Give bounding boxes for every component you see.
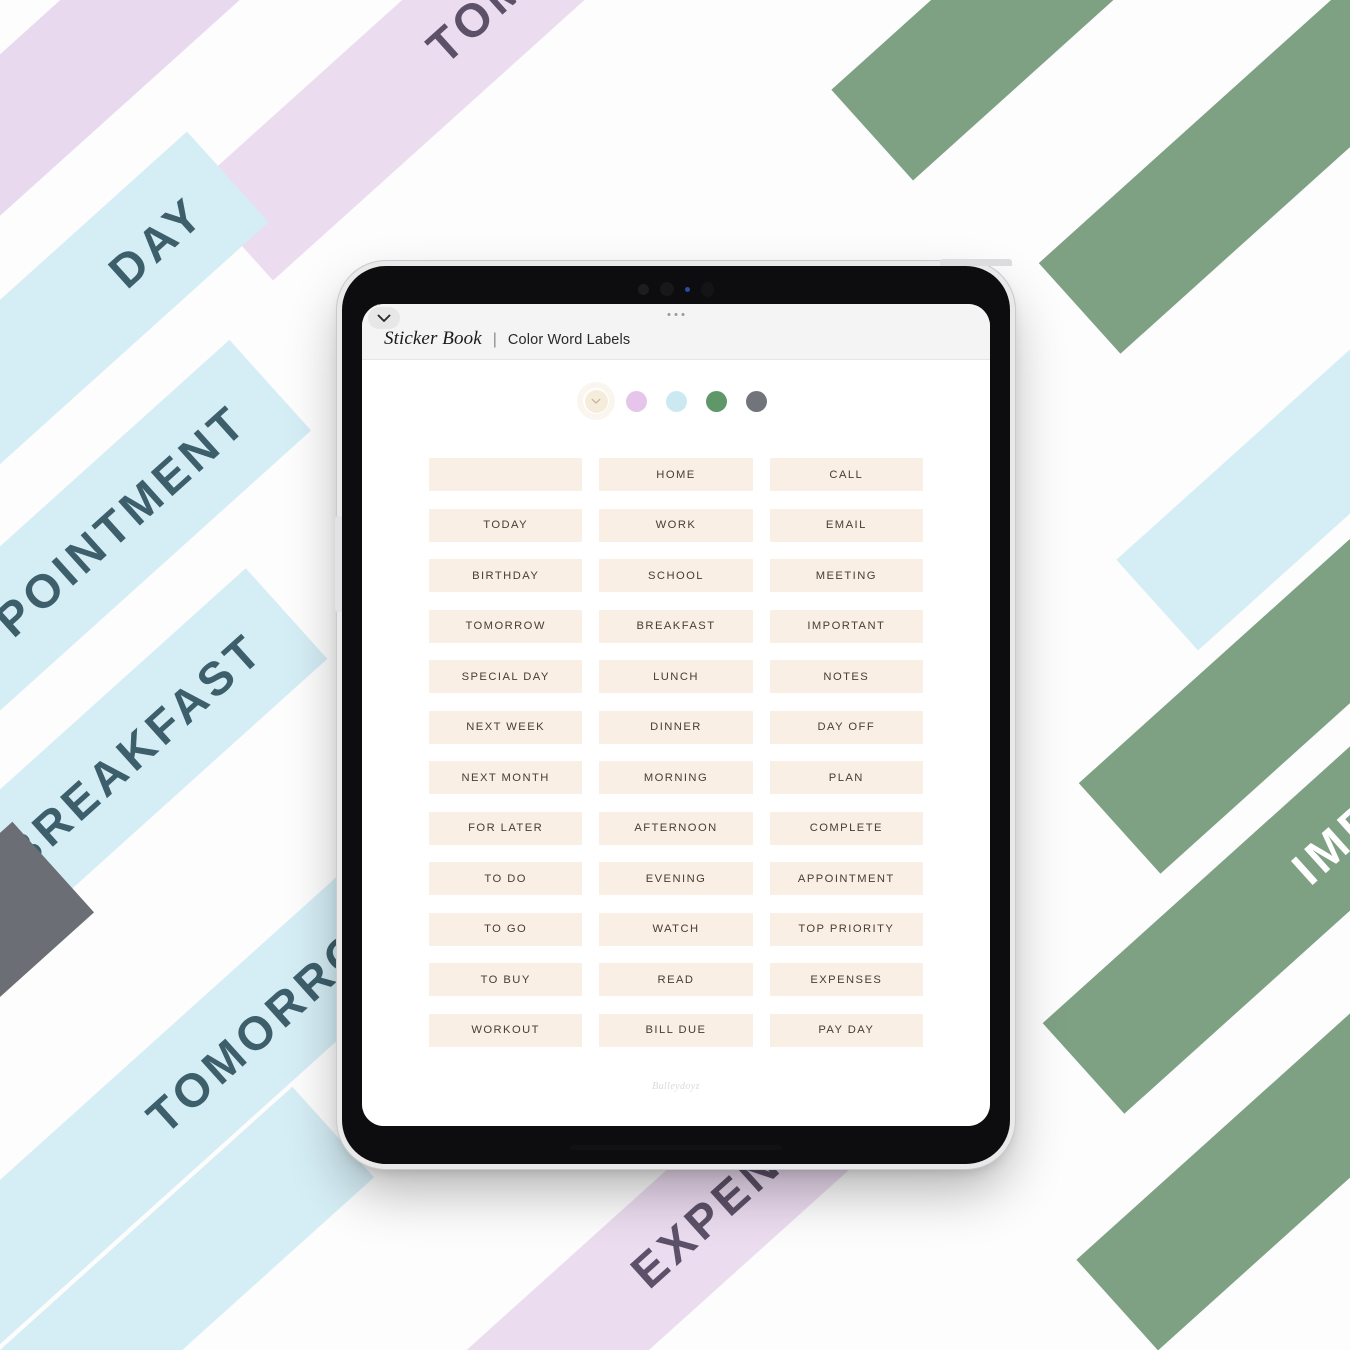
background-sticker-strip [1038,0,1350,354]
label-sticker[interactable]: PAY DAY [769,1013,923,1047]
label-sticker-grid: HOME CALL TODAY WORK EMAIL BIRTHDAY SCHOOL MEET… [429,458,923,1047]
more-options-button[interactable] [667,313,685,316]
color-swatch-row [583,388,769,414]
label-sticker[interactable]: AFTERNOON [599,811,753,845]
color-swatch-lavender[interactable] [623,388,649,414]
label-sticker[interactable]: TO GO [429,912,583,946]
color-swatch-green[interactable] [703,388,729,414]
label-sticker[interactable]: NEXT WEEK [429,710,583,744]
label-sticker[interactable]: APPOINTMENT [769,862,923,895]
label-sticker[interactable]: WORKOUT [429,1013,583,1047]
page-subtitle: Color Word Labels [507,332,631,348]
label-sticker[interactable]: DINNER [599,710,753,744]
label-sticker[interactable]: TOMORROW [429,609,583,643]
label-sticker[interactable]: MORNING [599,761,753,794]
more-dot-3 [681,313,685,316]
label-sticker[interactable]: EVENING [599,862,753,895]
label-sticker[interactable]: WORK [599,508,753,542]
background-sticker-label: TOMORROW [416,0,694,73]
breadcrumb: Sticker Book | Color Word Labels [384,328,630,350]
sticker-page: HOME CALL TODAY WORK EMAIL BIRTHDAY SCHOOL MEET… [362,360,990,1126]
device-screen: Sticker Book | Color Word Labels HOME CAL… [362,304,990,1126]
front-camera-array [342,281,1010,297]
volume-button[interactable] [335,516,342,612]
label-sticker[interactable]: READ [599,963,753,996]
label-sticker[interactable]: PLAN [769,761,923,794]
label-sticker[interactable]: BREAKFAST [599,609,753,643]
color-swatch-light-blue[interactable] [663,388,689,414]
color-swatch-gray[interactable] [743,388,769,414]
sensor-dot-2 [660,282,674,296]
label-sticker[interactable]: MEETING [769,559,923,592]
label-sticker[interactable]: CALL [769,458,923,491]
label-sticker[interactable]: SPECIAL DAY [429,660,583,693]
label-sticker[interactable]: SCHOOL [599,559,753,592]
label-sticker[interactable]: DAY OFF [769,710,923,744]
label-sticker[interactable]: NEXT MONTH [429,761,583,794]
app-header: Sticker Book | Color Word Labels [362,304,990,360]
tablet-device: Sticker Book | Color Word Labels HOME CAL… [335,259,1012,1164]
label-sticker[interactable]: HOME [599,458,753,491]
power-button[interactable] [940,259,1012,266]
label-sticker[interactable]: TO BUY [429,963,583,996]
color-swatch-cream[interactable] [583,388,609,414]
label-sticker[interactable]: WATCH [599,912,753,946]
label-sticker[interactable] [429,458,583,491]
footer-watermark: Bulleydoyz [652,1081,700,1092]
label-sticker[interactable]: FOR LATER [429,811,583,845]
chevron-down-icon [583,388,609,414]
background-sticker-strip: TOMORROW [191,0,749,281]
home-indicator[interactable] [570,1145,782,1150]
back-button[interactable] [368,307,400,329]
label-sticker[interactable]: TOP PRIORITY [769,912,923,946]
swatch-dot [745,390,767,412]
label-sticker[interactable]: EXPENSES [769,963,923,996]
more-dot-1 [667,313,671,316]
sensor-dot-1 [638,283,649,295]
front-camera-icon [701,281,714,297]
screenshot-stage: TOMORROW WATCH DAY TODAY APPOINTMENT BREAKFAS… [0,0,1350,1350]
label-sticker[interactable]: COMPLETE [769,811,923,845]
label-sticker[interactable]: TODAY [429,508,583,542]
background-sticker-label: DAY [97,185,215,298]
label-sticker[interactable]: BILL DUE [599,1013,753,1047]
swatch-dot [705,390,727,412]
chevron-down-icon [377,314,391,322]
more-dot-2 [674,313,678,316]
status-led-icon [685,286,690,292]
page-title: Sticker Book [384,328,482,349]
label-sticker[interactable]: BIRTHDAY [429,559,583,592]
label-sticker[interactable]: EMAIL [769,508,923,542]
label-sticker[interactable]: IMPORTANT [769,609,923,643]
swatch-dot [625,390,647,412]
label-sticker[interactable]: TO DO [429,862,583,895]
breadcrumb-separator: | [492,331,497,348]
swatch-dot [665,390,687,412]
label-sticker[interactable]: LUNCH [599,660,753,693]
label-sticker[interactable]: NOTES [769,660,923,693]
